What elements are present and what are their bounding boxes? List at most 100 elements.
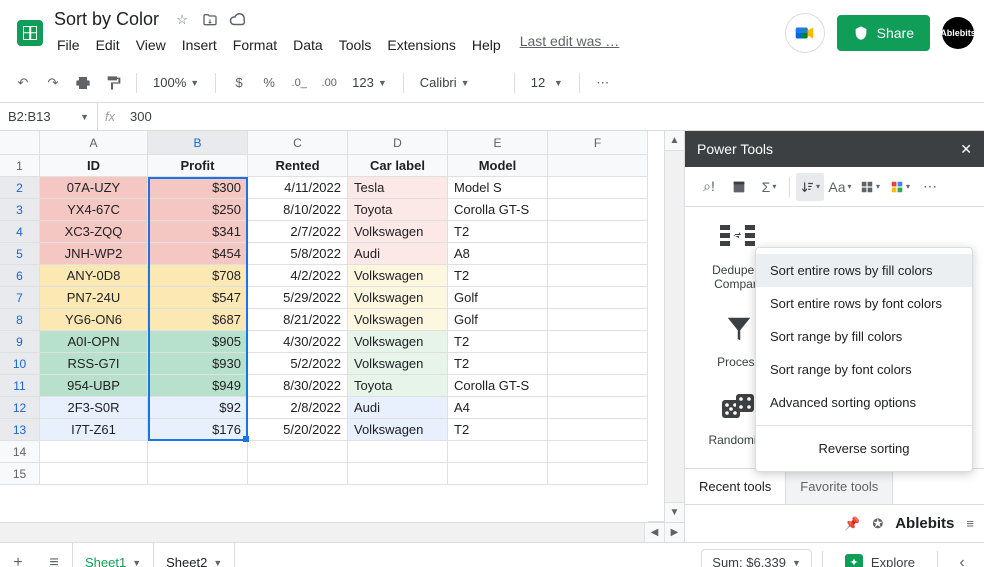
cell-id[interactable]: I7T-Z61 — [40, 419, 148, 441]
color-grid-tool-icon[interactable]: ▾ — [886, 173, 914, 201]
cell-empty[interactable] — [548, 353, 648, 375]
print-icon[interactable] — [70, 70, 96, 96]
cell-empty[interactable] — [548, 375, 648, 397]
cell-model[interactable]: T2 — [448, 221, 548, 243]
grid-tool-icon[interactable]: ▾ — [856, 173, 884, 201]
dd-reverse-sort[interactable]: Reverse sorting — [756, 432, 972, 465]
dd-sort-range-fill[interactable]: Sort range by fill colors — [756, 320, 972, 353]
help-icon[interactable]: ✪ — [872, 516, 883, 532]
row-header[interactable]: 13 — [0, 419, 40, 441]
menu-view[interactable]: View — [129, 33, 173, 57]
tab-recent-tools[interactable]: Recent tools — [685, 469, 786, 504]
cell-profit[interactable]: $708 — [148, 265, 248, 287]
dd-advanced-sort[interactable]: Advanced sorting options — [756, 386, 972, 419]
sheet-tool-icon[interactable] — [725, 173, 753, 201]
header-cell[interactable]: Profit — [148, 155, 248, 177]
panel-more-icon[interactable]: ⋯ — [916, 173, 944, 201]
explore-button[interactable]: Explore — [833, 549, 927, 567]
menu-data[interactable]: Data — [286, 33, 330, 57]
cell-model[interactable]: Corolla GT-S — [448, 199, 548, 221]
cell-empty[interactable] — [548, 309, 648, 331]
menu-edit[interactable]: Edit — [89, 33, 127, 57]
cell-rented[interactable]: 5/2/2022 — [248, 353, 348, 375]
cell-id[interactable]: RSS-G7I — [40, 353, 148, 375]
cell-profit[interactable]: $92 — [148, 397, 248, 419]
row-header[interactable]: 10 — [0, 353, 40, 375]
header-cell[interactable]: ID — [40, 155, 148, 177]
cell-empty[interactable] — [548, 287, 648, 309]
cell-profit[interactable]: $547 — [148, 287, 248, 309]
cell-car[interactable]: Volkswagen — [348, 419, 448, 441]
header-cell[interactable] — [548, 155, 648, 177]
cell-car[interactable]: Volkswagen — [348, 287, 448, 309]
row-header[interactable]: 15 — [0, 463, 40, 485]
font-size-select[interactable]: 12▼ — [525, 70, 569, 96]
dd-sort-rows-font[interactable]: Sort entire rows by font colors — [756, 287, 972, 320]
number-format-select[interactable]: 123▼ — [346, 70, 393, 96]
sigma-tool-icon[interactable]: Σ▾ — [755, 173, 783, 201]
cell-id[interactable]: PN7-24U — [40, 287, 148, 309]
cell-empty[interactable] — [548, 397, 648, 419]
tab-favorite-tools[interactable]: Favorite tools — [786, 469, 893, 504]
side-panel-toggle-icon[interactable]: ‹ — [948, 543, 976, 567]
row-header[interactable]: 5 — [0, 243, 40, 265]
doc-title[interactable]: Sort by Color — [50, 8, 163, 31]
cell-profit[interactable]: $687 — [148, 309, 248, 331]
cell-empty[interactable] — [40, 463, 148, 485]
header-cell[interactable]: Car label — [348, 155, 448, 177]
cell-model[interactable]: T2 — [448, 331, 548, 353]
cell-model[interactable]: T2 — [448, 353, 548, 375]
col-header[interactable]: F — [548, 131, 648, 155]
cell-rented[interactable]: 5/29/2022 — [248, 287, 348, 309]
cell-profit[interactable]: $176 — [148, 419, 248, 441]
increase-decimal-icon[interactable]: .00 — [316, 70, 342, 96]
cell-profit[interactable]: $930 — [148, 353, 248, 375]
cell-id[interactable]: 2F3-S0R — [40, 397, 148, 419]
cell-model[interactable]: A4 — [448, 397, 548, 419]
header-cell[interactable]: Model — [448, 155, 548, 177]
cell-car[interactable]: Volkswagen — [348, 331, 448, 353]
formula-bar[interactable]: 300 — [122, 109, 160, 124]
cell-rented[interactable]: 4/30/2022 — [248, 331, 348, 353]
currency-icon[interactable]: $ — [226, 70, 252, 96]
account-avatar[interactable]: Ablebits — [942, 17, 974, 49]
row-header[interactable]: 14 — [0, 441, 40, 463]
cell-model[interactable]: A8 — [448, 243, 548, 265]
redo-icon[interactable]: ↷ — [40, 70, 66, 96]
cell-id[interactable]: YX4-67C — [40, 199, 148, 221]
cell-id[interactable]: 954-UBP — [40, 375, 148, 397]
col-header[interactable]: C — [248, 131, 348, 155]
cell-id[interactable]: JNH-WP2 — [40, 243, 148, 265]
row-header[interactable]: 12 — [0, 397, 40, 419]
last-edit-link[interactable]: Last edit was … — [520, 33, 620, 57]
horizontal-scrollbar[interactable]: ◀▶ — [0, 522, 684, 542]
cell-rented[interactable]: 5/8/2022 — [248, 243, 348, 265]
undo-icon[interactable]: ↶ — [10, 70, 36, 96]
menu-insert[interactable]: Insert — [175, 33, 224, 57]
cell-car[interactable]: Audi — [348, 397, 448, 419]
cell-car[interactable]: Tesla — [348, 177, 448, 199]
cell-empty[interactable] — [548, 265, 648, 287]
cell-rented[interactable]: 8/21/2022 — [248, 309, 348, 331]
col-header[interactable]: E — [448, 131, 548, 155]
cloud-icon[interactable] — [229, 11, 247, 29]
cell-empty[interactable] — [40, 441, 148, 463]
sort-tool-icon[interactable]: ▾ — [796, 173, 824, 201]
name-box[interactable]: B2:B13▼ — [0, 103, 98, 130]
sheet-tab-2[interactable]: Sheet2▼ — [154, 543, 235, 567]
dd-sort-rows-fill[interactable]: Sort entire rows by fill colors — [756, 254, 972, 287]
add-sheet-button[interactable]: + — [0, 543, 36, 567]
cell-id[interactable]: 07A-UZY — [40, 177, 148, 199]
share-button[interactable]: Share — [837, 15, 930, 51]
cell-profit[interactable]: $341 — [148, 221, 248, 243]
col-header[interactable]: B — [148, 131, 248, 155]
cell-profit[interactable]: $949 — [148, 375, 248, 397]
cell-empty[interactable] — [548, 243, 648, 265]
row-header[interactable]: 8 — [0, 309, 40, 331]
cell-empty[interactable] — [248, 441, 348, 463]
cell-car[interactable]: Volkswagen — [348, 265, 448, 287]
cell-empty[interactable] — [148, 463, 248, 485]
cell-empty[interactable] — [548, 331, 648, 353]
cell-car[interactable]: Volkswagen — [348, 309, 448, 331]
pin-icon[interactable]: 📌 — [844, 516, 860, 532]
